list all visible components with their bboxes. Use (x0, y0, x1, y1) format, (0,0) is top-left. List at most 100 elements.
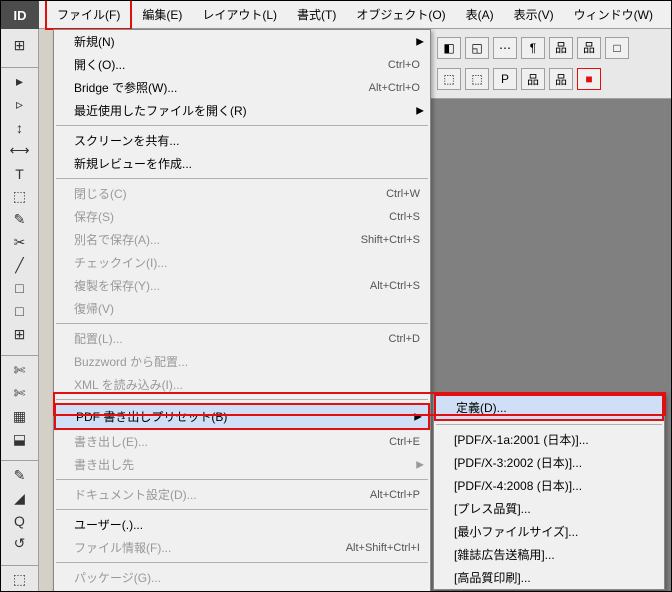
left-tool-12[interactable]: □ (9, 300, 31, 322)
left-tool-0[interactable]: ⊞ (9, 35, 31, 57)
left-tool-16[interactable]: ✄ (9, 382, 31, 404)
left-tool-11[interactable]: □ (9, 278, 31, 300)
menu-1[interactable]: 編集(E) (132, 1, 192, 28)
submenu-item-label: [PDF/X-3:2002 (日本)]... (454, 454, 654, 471)
left-tool-8[interactable]: ✎ (9, 209, 31, 231)
left-tool-17[interactable]: ▦ (9, 405, 31, 427)
left-tool-2[interactable]: ▸ (9, 71, 31, 93)
file-menu-item-1[interactable]: 開く(O)...Ctrl+O (54, 53, 430, 76)
left-tool-1 (1, 60, 38, 68)
toolbar-icon2-0[interactable]: ⬚ (437, 68, 461, 90)
left-tool-5[interactable]: ⟷ (9, 140, 31, 162)
menu-item-label: 書き出し(E)... (74, 433, 389, 450)
file-menu-item-17: XML を読み込み(I)... (54, 373, 430, 396)
menu-item-label: ファイル情報(F)... (74, 539, 346, 556)
toolbar-icon-4[interactable]: 品 (549, 37, 573, 59)
top-toolbar: ◧◱⋯¶品品□⬚⬚P品品■ (431, 29, 671, 99)
left-tool-9[interactable]: ✂ (9, 232, 31, 254)
file-menu-item-0[interactable]: 新規(N)▶ (54, 30, 430, 53)
left-tool-23[interactable]: ↺ (9, 533, 31, 555)
menu-3[interactable]: 書式(T) (287, 1, 346, 28)
menu-5[interactable]: 表(A) (456, 1, 504, 28)
menu-4[interactable]: オブジェクト(O) (346, 1, 455, 28)
app-window: ID ファイル(F)編集(E)レイアウト(L)書式(T)オブジェクト(O)表(A… (0, 0, 672, 592)
pdf-submenu-item-4[interactable]: [PDF/X-4:2008 (日本)]... (434, 474, 664, 497)
left-tool-7[interactable]: ⬚ (9, 186, 31, 208)
left-tool-25[interactable]: ⬚ (9, 569, 31, 591)
toolbar-icon-3[interactable]: ¶ (521, 37, 545, 59)
pdf-submenu-item-0[interactable]: 定義(D)... (434, 394, 664, 421)
submenu-item-label: [高品質印刷]... (454, 569, 654, 586)
left-tool-15[interactable]: ✄ (9, 359, 31, 381)
submenu-arrow-icon: ▶ (416, 36, 424, 47)
menu-item-shortcut: Ctrl+O (388, 59, 420, 71)
submenu-item-label: [PDF/X-1a:2001 (日本)]... (454, 431, 654, 448)
menu-item-label: チェックイン(I)... (74, 254, 420, 271)
file-menu-item-5[interactable]: スクリーンを共有... (54, 129, 430, 152)
menu-item-shortcut: Ctrl+E (389, 436, 420, 448)
left-tool-10[interactable]: ╱ (9, 255, 31, 277)
file-menu-item-19[interactable]: PDF 書き出しプリセット(B)▶ (54, 403, 430, 430)
left-tool-22[interactable]: Q (9, 510, 31, 532)
file-menu-item-6[interactable]: 新規レビューを作成... (54, 152, 430, 175)
file-menu-item-2[interactable]: Bridge で参照(W)...Alt+Ctrl+O (54, 76, 430, 99)
left-tool-13[interactable]: ⊞ (9, 323, 31, 345)
menu-item-label: 復帰(V) (74, 300, 420, 317)
toolbar-icon-0[interactable]: ◧ (437, 37, 461, 59)
toolbar-icon-6[interactable]: □ (605, 37, 629, 59)
toolbar-icon2-4[interactable]: 品 (549, 68, 573, 90)
file-menu-item-12: 複製を保存(Y)...Alt+Ctrl+S (54, 274, 430, 297)
menu-item-label: 保存(S) (74, 208, 389, 225)
pdf-submenu-item-6[interactable]: [最小ファイルサイズ]... (434, 520, 664, 543)
left-tool-3[interactable]: ▹ (9, 94, 31, 116)
menu-item-shortcut: Alt+Shift+Ctrl+I (346, 542, 420, 554)
menu-item-shortcut: Ctrl+S (389, 211, 420, 223)
left-tool-21[interactable]: ◢ (9, 487, 31, 509)
menu-0[interactable]: ファイル(F) (45, 0, 132, 30)
toolbar-icon-2[interactable]: ⋯ (493, 37, 517, 59)
menu-item-label: 配置(L)... (74, 330, 389, 347)
menu-2[interactable]: レイアウト(L) (192, 1, 287, 28)
left-tool-4[interactable]: ↕ (9, 117, 31, 139)
file-menu-item-23: ドキュメント設定(D)...Alt+Ctrl+P (54, 483, 430, 506)
left-tool-6[interactable]: T (9, 163, 31, 185)
file-menu-sep (56, 509, 428, 510)
submenu-sep (436, 424, 662, 425)
menu-item-shortcut: Alt+Ctrl+P (370, 489, 420, 501)
file-menu-sep (56, 562, 428, 563)
file-menu-item-21: 書き出し先▶ (54, 453, 430, 476)
toolbar-icon2-1[interactable]: ⬚ (465, 68, 489, 90)
toolbar-icon-5[interactable]: 品 (577, 37, 601, 59)
submenu-item-label: [最小ファイルサイズ]... (454, 523, 654, 540)
pdf-submenu-item-5[interactable]: [プレス品質]... (434, 497, 664, 520)
file-menu-sep (56, 178, 428, 179)
menu-item-label: 書き出し先 (74, 456, 420, 473)
menu-item-label: PDF 書き出しプリセット(B) (76, 408, 418, 425)
pdf-submenu-item-7[interactable]: [雑誌広告送稿用]... (434, 543, 664, 566)
menu-6[interactable]: 表示(V) (504, 1, 564, 28)
submenu-arrow-icon: ▶ (414, 411, 422, 422)
toolbar-icon2-2[interactable]: P (493, 68, 517, 90)
file-menu-item-11: チェックイン(I)... (54, 251, 430, 274)
menu-item-label: 別名で保存(A)... (74, 231, 361, 248)
pdf-submenu-item-2[interactable]: [PDF/X-1a:2001 (日本)]... (434, 428, 664, 451)
file-menu-item-25[interactable]: ユーザー(.)... (54, 513, 430, 536)
file-menu-item-20: 書き出し(E)...Ctrl+E (54, 430, 430, 453)
file-menu-sep (56, 323, 428, 324)
toolbar-icon2-3[interactable]: 品 (521, 68, 545, 90)
menu-item-shortcut: Alt+Ctrl+O (369, 82, 420, 94)
file-menu-item-3[interactable]: 最近使用したファイルを開く(R)▶ (54, 99, 430, 122)
menu-item-label: 複製を保存(Y)... (74, 277, 370, 294)
menu-7[interactable]: ウィンドウ(W) (564, 1, 663, 28)
menu-item-label: Bridge で参照(W)... (74, 79, 369, 96)
submenu-item-label: 定義(D)... (456, 399, 652, 416)
pdf-submenu-item-3[interactable]: [PDF/X-3:2002 (日本)]... (434, 451, 664, 474)
left-tool-18[interactable]: ⬓ (9, 428, 31, 450)
toolbar-icon-1[interactable]: ◱ (465, 37, 489, 59)
menu-item-label: Buzzword から配置... (74, 353, 420, 370)
left-tool-20[interactable]: ✎ (9, 464, 31, 486)
pdf-submenu-item-8[interactable]: [高品質印刷]... (434, 566, 664, 589)
submenu-item-label: [PDF/X-4:2008 (日本)]... (454, 477, 654, 494)
toolbar-icon2-5[interactable]: ■ (577, 68, 601, 90)
menu-item-shortcut: Ctrl+W (386, 188, 420, 200)
